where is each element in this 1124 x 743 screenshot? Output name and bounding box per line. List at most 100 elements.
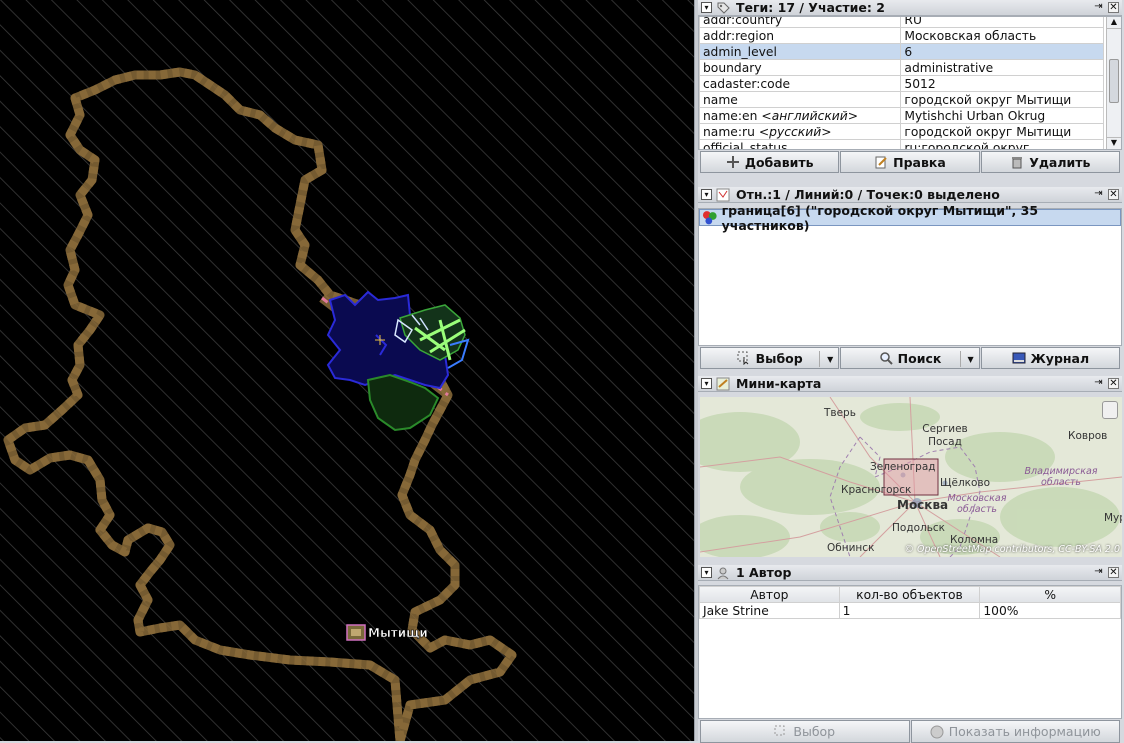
minimap-city-label: Красногорск <box>841 484 912 496</box>
add-tag-label: Добавить <box>744 154 814 170</box>
add-tag-button[interactable]: Добавить <box>700 151 840 173</box>
tag-value: городской округ Мытищи <box>900 123 1104 140</box>
authors-table[interactable]: Автор кол-во объектов % Jake Strine 1 10… <box>699 586 1121 619</box>
tags-panel-title: Теги: 17 / Участие: 2 <box>736 0 885 15</box>
scroll-up-icon[interactable]: ▲ <box>1107 17 1121 29</box>
tag-value: administrative <box>900 59 1104 76</box>
minimap-icon <box>716 377 730 390</box>
author-name: Jake Strine <box>699 602 840 619</box>
minimap[interactable]: Тверь Сергиев Посад Ковров Зеленоград Щё… <box>700 397 1122 557</box>
close-icon[interactable]: ✕ <box>1108 378 1119 389</box>
selection-panel-title: Отн.:1 / Линий:0 / Точек:0 выделено <box>736 187 1000 202</box>
authors-table-wrap: Автор кол-во объектов % Jake Strine 1 10… <box>698 585 1122 719</box>
column-header[interactable]: кол-во объектов <box>838 586 981 603</box>
tags-table-wrap: addr:country RU addr:region Московская обла… <box>698 16 1122 150</box>
pin-icon[interactable]: ⇥ <box>1093 567 1104 578</box>
scroll-thumb[interactable] <box>1109 59 1119 103</box>
selection-list[interactable]: граница[6] ("городской округ Мытищи", 35… <box>698 203 1122 346</box>
tag-key: name <box>699 91 902 108</box>
authors-panel-header: ▾ 1 Автор ⇥ ✕ <box>698 565 1122 581</box>
tag-row[interactable]: name:ru <русский> городской округ Мытищи <box>699 123 1104 140</box>
minimap-city-label: Щёлково <box>940 477 991 489</box>
collapse-toggle-icon[interactable]: ▾ <box>701 189 712 200</box>
edit-tag-button[interactable]: Правка <box>840 151 980 173</box>
edit-tag-label: Правка <box>893 154 946 170</box>
place-label: Мытищи <box>368 626 428 640</box>
pin-icon[interactable]: ⇥ <box>1093 2 1104 13</box>
relation-icon <box>702 211 717 225</box>
tag-key: name:ru <русский> <box>699 123 902 140</box>
author-percent: 100% <box>979 602 1121 619</box>
selection-list-item[interactable]: граница[6] ("городской округ Мытищи", 35… <box>699 203 1121 233</box>
minimap-region-label: Владимирская область <box>1024 466 1098 488</box>
map-canvas[interactable]: Мытищи <box>0 0 694 741</box>
search-button[interactable]: Поиск ▼ <box>840 347 980 369</box>
tag-row[interactable]: boundary administrative <box>699 59 1104 76</box>
author-icon <box>717 567 729 579</box>
tag-row[interactable]: official_status ru:городской округ <box>699 139 1104 149</box>
tag-value: ru:городской округ <box>900 139 1104 149</box>
delete-tag-button[interactable]: Удалить <box>980 151 1120 173</box>
collapse-toggle-icon[interactable]: ▾ <box>701 567 712 578</box>
authors-panel: ▾ 1 Автор ⇥ ✕ Автор кол-во объектов % Ja… <box>698 565 1122 743</box>
minimap-panel-title: Мини-карта <box>736 376 822 391</box>
select-button-label: Выбор <box>755 350 803 366</box>
select-button[interactable]: Выбор ▼ <box>700 347 840 369</box>
history-button[interactable]: Журнал <box>980 347 1120 369</box>
scroll-down-icon[interactable]: ▼ <box>1107 137 1121 149</box>
pin-icon[interactable]: ⇥ <box>1093 378 1104 389</box>
tag-row[interactable]: name:en <английский> Mytishchi Urban Okrug <box>699 107 1104 124</box>
tag-key: admin_level <box>699 43 902 60</box>
authors-select-button[interactable]: Выбор <box>700 720 910 743</box>
tag-key: addr:country <box>699 17 902 28</box>
minimap-attribution: © OpenStreetMap contributors, CC-BY-SA 2… <box>904 544 1120 555</box>
tag-key: name:en <английский> <box>699 107 902 124</box>
select-cursor-icon <box>774 725 785 735</box>
minimap-city-label: Сергиев Посад <box>922 423 968 448</box>
selection-panel: ▾ Отн.:1 / Линий:0 / Точек:0 выделено ⇥ … <box>698 187 1122 369</box>
tag-row[interactable]: addr:country RU <box>699 17 1104 28</box>
minimap-city-label: Москва <box>897 498 949 512</box>
tags-panel-header: ▾ Теги: 17 / Участие: 2 ⇥ ✕ <box>698 0 1122 16</box>
tag-key: cadaster:code <box>699 75 902 92</box>
show-info-button[interactable]: Показать информацию <box>910 720 1120 743</box>
minimap-city-label: Тверь <box>824 407 856 419</box>
tag-row[interactable]: cadaster:code 5012 <box>699 75 1104 92</box>
place-node-marker[interactable] <box>346 624 366 641</box>
pin-icon[interactable]: ⇥ <box>1093 189 1104 200</box>
tag-row[interactable]: addr:region Московская область <box>699 27 1104 44</box>
chevron-down-icon[interactable]: ▼ <box>819 351 833 367</box>
tag-row[interactable]: admin_level 6 <box>699 43 1104 60</box>
collapse-toggle-icon[interactable]: ▾ <box>701 2 712 13</box>
layers-icon[interactable] <box>1102 401 1118 419</box>
minimap-panel-header: ▾ Мини-карта ⇥ ✕ <box>698 376 1122 392</box>
close-icon[interactable]: ✕ <box>1108 2 1119 13</box>
authors-header-row: Автор кол-во объектов % <box>699 586 1121 603</box>
map-view[interactable]: Мытищи <box>0 0 694 741</box>
tag-key: boundary <box>699 59 902 76</box>
minimap-city-label: Мур <box>1104 512 1122 524</box>
tag-row[interactable]: name городской округ Мытищи <box>699 91 1104 108</box>
select-cursor-icon <box>737 351 748 365</box>
tag-value: городской округ Мытищи <box>900 91 1104 108</box>
collapse-toggle-icon[interactable]: ▾ <box>701 378 712 389</box>
minimap-city-label: Зеленоград <box>870 461 936 473</box>
search-button-label: Поиск <box>897 350 942 366</box>
authors-button-bar: Выбор Показать информацию <box>698 719 1122 743</box>
close-icon[interactable]: ✕ <box>1108 567 1119 578</box>
tags-table[interactable]: addr:country RU addr:region Московская обла… <box>699 17 1104 149</box>
table-row[interactable]: Jake Strine 1 100% <box>699 602 1121 619</box>
close-icon[interactable]: ✕ <box>1108 189 1119 200</box>
tag-value: 5012 <box>900 75 1104 92</box>
chevron-down-icon[interactable]: ▼ <box>959 351 974 367</box>
selection-panel-header: ▾ Отн.:1 / Линий:0 / Точек:0 выделено ⇥ … <box>698 187 1122 203</box>
tag-language-note: <английский> <box>761 108 859 123</box>
selection-list-icon <box>716 188 730 201</box>
tag-icon <box>717 2 730 14</box>
tag-key: addr:region <box>699 27 902 44</box>
tags-scrollbar[interactable]: ▲ ▼ <box>1106 17 1121 149</box>
side-panels: ▾ Теги: 17 / Участие: 2 ⇥ ✕ addr:country… <box>698 0 1124 743</box>
column-header[interactable]: % <box>979 586 1121 603</box>
history-book-icon <box>1012 352 1025 364</box>
column-header[interactable]: Автор <box>699 586 840 603</box>
